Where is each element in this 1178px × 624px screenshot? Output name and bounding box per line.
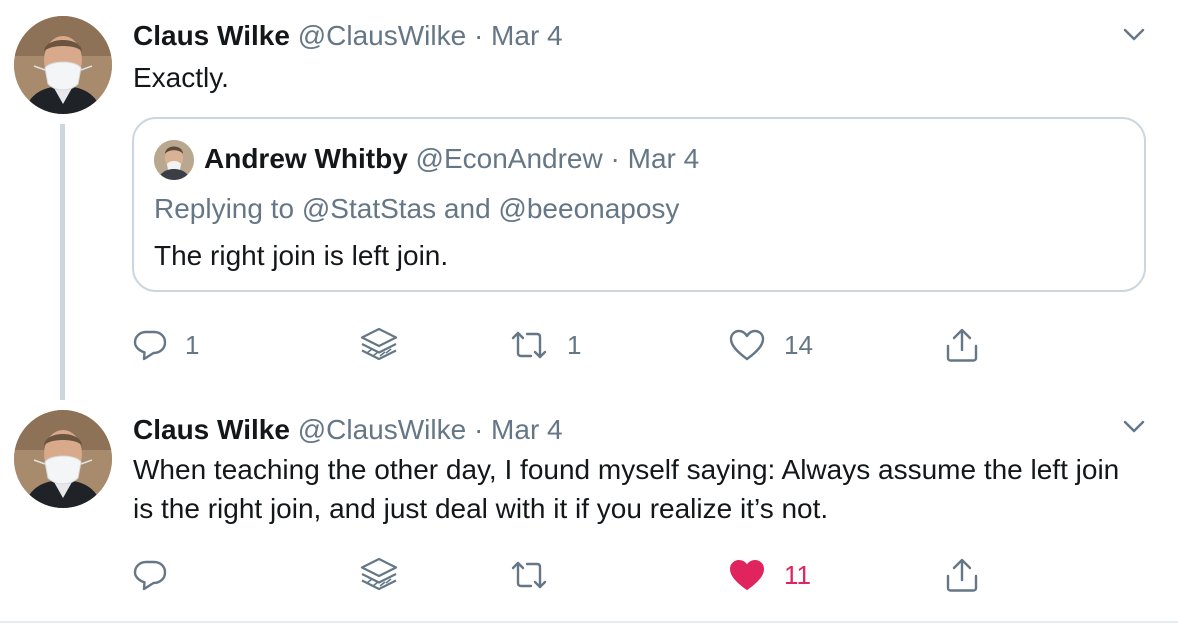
mention-link: @beeonaposy: [498, 193, 680, 224]
like-button[interactable]: 11: [728, 550, 811, 600]
author-handle[interactable]: @ClausWilke: [298, 414, 466, 445]
retweet-button[interactable]: [509, 550, 567, 600]
like-count: 11: [784, 560, 811, 590]
quoted-text: The right join is left join.: [154, 240, 449, 271]
author-handle[interactable]: @ClausWilke: [298, 20, 466, 51]
tweet-header: Claus Wilke @ClausWilke · Mar 4: [133, 18, 563, 54]
chevron-down-icon[interactable]: [1118, 18, 1150, 50]
retweet-count: 1: [567, 330, 582, 360]
retweet-icon: [509, 558, 549, 592]
retweet-icon: [509, 328, 549, 362]
quoted-avatar[interactable]: [154, 140, 194, 180]
separator-dot: ·: [610, 143, 620, 174]
tweet-header: Claus Wilke @ClausWilke · Mar 4: [133, 412, 563, 448]
layers-icon: [358, 554, 400, 596]
tweet[interactable]: Claus Wilke @ClausWilke · Mar 4 Exactly.…: [0, 0, 1178, 400]
author-name[interactable]: Claus Wilke: [133, 414, 290, 445]
heart-icon: [728, 558, 766, 592]
separator-dot: ·: [473, 20, 484, 51]
divider: [0, 621, 1178, 623]
quoted-author-handle: @EconAndrew: [415, 143, 603, 174]
mention-link: @StatStas: [301, 193, 437, 224]
quoted-header: Andrew Whitby @EconAndrew · Mar 4: [204, 141, 699, 177]
avatar[interactable]: [14, 410, 112, 508]
reply-count: 1: [185, 330, 200, 360]
reply-button[interactable]: [133, 550, 185, 600]
author-name[interactable]: Claus Wilke: [133, 20, 290, 51]
quoted-date: Mar 4: [627, 143, 700, 174]
share-button[interactable]: [944, 550, 980, 600]
replying-to-label: Replying to: [154, 193, 295, 224]
tweet-text: When teaching the other day, I found mys…: [133, 454, 1120, 524]
tweet-date[interactable]: Mar 4: [491, 414, 563, 445]
tweet-date[interactable]: Mar 4: [491, 20, 563, 51]
reply-button[interactable]: 1: [133, 320, 199, 370]
retweet-button[interactable]: 1: [509, 320, 581, 370]
layers-button[interactable]: [358, 320, 400, 370]
quoted-author-name: Andrew Whitby: [204, 143, 408, 174]
avatar[interactable]: [14, 16, 112, 114]
tweet-actions: 11: [0, 550, 1178, 600]
layers-button[interactable]: [358, 550, 400, 600]
share-icon: [944, 326, 980, 364]
tweet[interactable]: Claus Wilke @ClausWilke · Mar 4 When tea…: [0, 395, 1178, 621]
share-button[interactable]: [944, 320, 980, 370]
chevron-down-icon[interactable]: [1118, 410, 1150, 442]
quoted-tweet[interactable]: Andrew Whitby @EconAndrew · Mar 4 Replyi…: [132, 117, 1146, 292]
reply-bubble-icon: [133, 328, 167, 362]
tweet-actions: 1 1 14: [0, 320, 1178, 370]
heart-icon: [728, 328, 766, 362]
separator-dot: ·: [473, 414, 484, 445]
share-icon: [944, 556, 980, 594]
replying-and: and: [443, 193, 491, 224]
like-count: 14: [784, 330, 813, 360]
like-button[interactable]: 14: [728, 320, 813, 370]
tweet-text: Exactly.: [133, 62, 229, 93]
replying-to: Replying to @StatStas and @beeonaposy: [154, 191, 679, 227]
layers-icon: [358, 324, 400, 366]
reply-bubble-icon: [133, 558, 167, 592]
